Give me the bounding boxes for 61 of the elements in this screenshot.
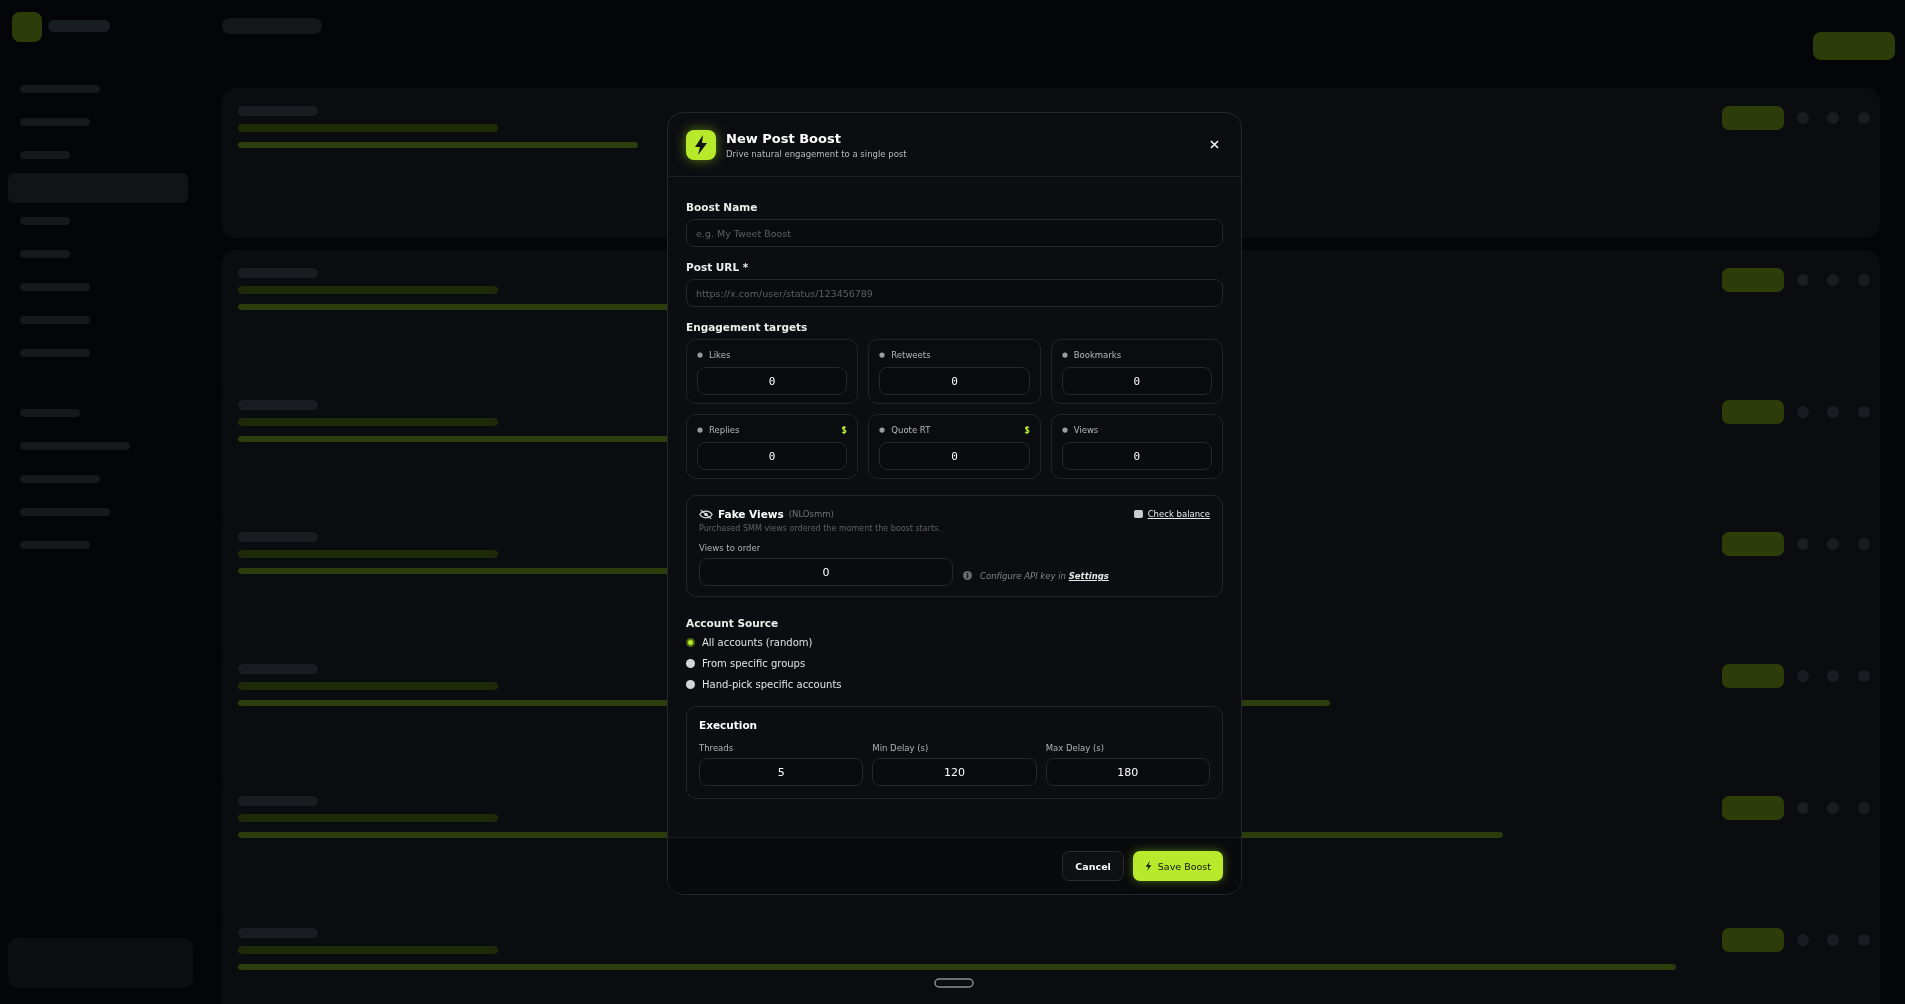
number-field[interactable]: 0 (879, 367, 1030, 395)
dialog-title: New Post Boost (726, 130, 842, 146)
bolt-icon (686, 129, 716, 160)
dot-icon (879, 352, 886, 358)
action-button-drawing (1722, 928, 1784, 952)
number-field[interactable]: 0 (699, 558, 953, 586)
provider-label: (NLOsmm) (788, 509, 834, 519)
close-icon[interactable] (1210, 140, 1219, 149)
target-label: Likes (709, 350, 732, 360)
dot-icon (1061, 427, 1068, 433)
settings-link[interactable]: Settings (1068, 571, 1109, 581)
action-button-drawing (1722, 664, 1784, 688)
number-field[interactable]: 120 (872, 758, 1037, 786)
action-button-drawing (1722, 400, 1784, 424)
target-label: Replies (709, 425, 741, 435)
field-label: Post URL * (686, 261, 750, 273)
field-label: Boost Name (686, 201, 759, 213)
target-label: Views (1073, 425, 1100, 435)
text-field[interactable]: https://x.com/user/status/123456789 (686, 279, 1223, 307)
save-button[interactable]: Save Boost (1132, 851, 1223, 881)
dot-icon (697, 352, 703, 358)
field-label: Min Delay (s) (872, 743, 930, 753)
dot-icon (697, 427, 703, 433)
action-button-drawing (1722, 532, 1784, 556)
card-description: Purchased SMM views ordered the moment the boost starts. (699, 524, 942, 533)
number-field[interactable]: 0 (1061, 367, 1212, 395)
section-title: Account Source (686, 617, 780, 629)
radio-option[interactable]: From specific groups (686, 656, 1223, 671)
dialog-subtitle: Drive natural engagement to a single post (726, 148, 908, 159)
number-field[interactable]: 0 (697, 442, 848, 470)
number-field[interactable]: 5 (699, 758, 864, 786)
field-label: Views to order (699, 543, 762, 553)
action-button-drawing (1722, 796, 1784, 820)
section-title: Engagement targets (686, 321, 809, 333)
dot-icon (1061, 352, 1068, 358)
info-icon (963, 571, 972, 580)
field-label: Max Delay (s) (1045, 743, 1106, 753)
text-field[interactable]: e.g. My Tweet Boost (686, 219, 1223, 247)
hint-text: Configure API key in Settings (980, 571, 1109, 581)
action-button-drawing (1722, 106, 1784, 130)
bolt-icon (1144, 861, 1152, 871)
check-balance-link[interactable]: Check balance (1147, 509, 1210, 519)
number-field[interactable]: 180 (1045, 758, 1210, 786)
card-title: Fake Views (718, 508, 784, 520)
dot-icon (879, 427, 886, 433)
brand-placeholder (48, 20, 110, 32)
card-title: Execution (699, 719, 759, 731)
number-field[interactable]: 0 (1061, 442, 1212, 470)
eye-off-icon (699, 508, 713, 520)
logo-drawing (12, 12, 42, 42)
cancel-button[interactable]: Cancel (1062, 851, 1124, 881)
scroll-indicator (934, 978, 974, 988)
target-label: Quote RT (891, 425, 932, 435)
radio-option[interactable]: All accounts (random) (686, 635, 1223, 650)
number-field[interactable]: 0 (697, 367, 848, 395)
number-field[interactable]: 0 (879, 442, 1030, 470)
action-button-drawing (1722, 268, 1784, 292)
radio-option[interactable]: Hand-pick specific accounts (686, 677, 1223, 692)
field-label: Threads (699, 743, 735, 753)
target-label: Retweets (891, 350, 932, 360)
target-label: Bookmarks (1073, 350, 1123, 360)
